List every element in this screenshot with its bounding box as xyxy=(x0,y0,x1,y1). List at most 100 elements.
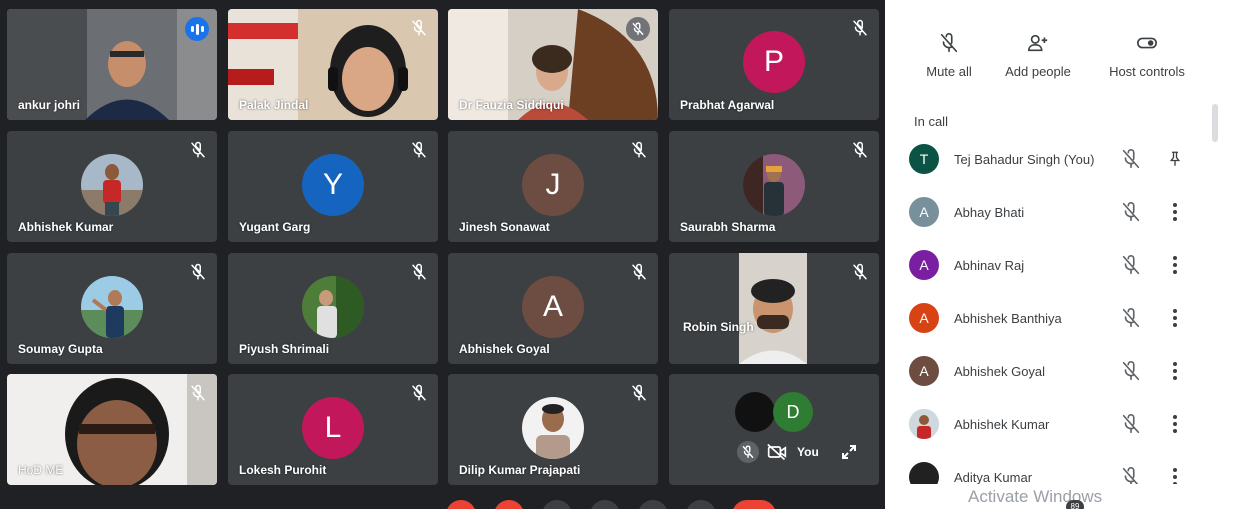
camera-off-icon[interactable] xyxy=(767,443,787,461)
participant-name: Abhinav Raj xyxy=(954,258,1025,273)
participant-avatar: P xyxy=(743,31,805,93)
participant-tile[interactable]: Piyush Shrimali xyxy=(228,253,438,364)
self-mic-toggle[interactable] xyxy=(737,441,759,463)
participant-name: Piyush Shrimali xyxy=(239,342,330,356)
participant-name: Saurabh Sharma xyxy=(680,220,776,234)
more-options-icon[interactable] xyxy=(1170,201,1180,223)
more-options-icon[interactable] xyxy=(1170,466,1180,484)
participant-tile[interactable]: Palak Jindal xyxy=(228,9,438,120)
participant-tile[interactable]: J Jinesh Sonawat xyxy=(448,131,658,242)
panel-scrollbar[interactable] xyxy=(1212,104,1218,142)
participant-name: Robin Singh xyxy=(683,320,754,334)
mic-off-icon xyxy=(626,17,650,41)
participant-tile[interactable]: Saurabh Sharma xyxy=(669,131,879,242)
mic-off-icon xyxy=(853,141,867,158)
participant-tile[interactable]: Robin Singh xyxy=(669,253,879,364)
participant-name: Tej Bahadur Singh (You) xyxy=(954,152,1095,167)
participant-name: Abhishek Goyal xyxy=(954,364,1046,379)
panel-actions: Mute all Add people Host controls xyxy=(892,26,1202,96)
host-controls-button[interactable]: Host controls xyxy=(1102,26,1192,79)
self-tile[interactable]: D You xyxy=(669,374,879,485)
participant-name: Abhishek Kumar xyxy=(954,417,1050,432)
more-options-icon[interactable] xyxy=(1170,413,1180,435)
mic-off-icon xyxy=(632,141,646,158)
participant-tile[interactable]: P Prabhat Agarwal xyxy=(669,9,879,120)
participant-avatar xyxy=(81,154,143,216)
toggle-icon xyxy=(1137,37,1157,49)
participant-count-badge: 89 xyxy=(1066,500,1084,509)
mic-off-icon xyxy=(412,141,426,158)
participant-avatar: T xyxy=(909,144,939,174)
participant-avatar: A xyxy=(909,356,939,386)
mic-off-icon xyxy=(632,384,646,401)
participant-row[interactable]: T Tej Bahadur Singh (You) xyxy=(892,135,1202,188)
add-people-label: Add people xyxy=(1005,64,1071,79)
participant-name: Abhay Bhati xyxy=(954,205,1025,220)
participant-tile[interactable]: ankur johri xyxy=(7,9,217,120)
mic-off-icon xyxy=(1122,308,1140,328)
participant-row[interactable]: A Abhinav Raj xyxy=(892,241,1202,294)
participant-tile[interactable]: Dr Fauzia Siddiqui xyxy=(448,9,658,120)
participant-tile[interactable]: Soumay Gupta xyxy=(7,253,217,364)
participant-avatar: A xyxy=(909,303,939,333)
video-feed xyxy=(669,253,879,364)
participant-name: Yugant Garg xyxy=(239,220,311,234)
participant-name: Abhishek Kumar xyxy=(18,220,114,234)
participant-name: Lokesh Purohit xyxy=(239,463,327,477)
mic-off-icon xyxy=(853,19,867,36)
mic-off-icon xyxy=(1122,467,1139,484)
mic-off-icon xyxy=(742,445,754,458)
participant-tile[interactable]: L Lokesh Purohit xyxy=(228,374,438,485)
participant-avatar: J xyxy=(522,154,584,216)
mic-off-icon xyxy=(412,384,426,401)
self-camera-off-circle xyxy=(735,392,775,432)
people-panel: Mute all Add people Host controls In cal… xyxy=(892,4,1220,484)
participant-row[interactable]: A Abhay Bhati xyxy=(892,188,1202,241)
participant-tile[interactable]: HoD ME xyxy=(7,374,217,485)
add-people-button[interactable]: Add people xyxy=(998,26,1078,79)
more-options-icon[interactable] xyxy=(1170,360,1180,382)
participant-avatar: Y xyxy=(302,154,364,216)
self-avatar: D xyxy=(773,392,813,432)
mic-off-icon xyxy=(191,263,205,280)
participant-tile[interactable]: Y Yugant Garg xyxy=(228,131,438,242)
participant-row[interactable]: A Abhishek Banthiya xyxy=(892,294,1202,347)
participant-row[interactable]: A Abhishek Goyal xyxy=(892,347,1202,400)
participant-avatar xyxy=(743,154,805,216)
add-person-icon xyxy=(1028,34,1048,52)
participant-name: Dilip Kumar Prajapati xyxy=(459,463,581,477)
participant-row[interactable]: Aditya Kumar xyxy=(892,453,1202,484)
participant-avatar: L xyxy=(302,397,364,459)
participant-tile[interactable]: Dilip Kumar Prajapati xyxy=(448,374,658,485)
more-options-icon[interactable] xyxy=(1170,254,1180,276)
mic-off-icon xyxy=(940,33,958,53)
mute-all-button[interactable]: Mute all xyxy=(916,26,982,79)
mic-off-icon xyxy=(191,141,205,158)
speaking-indicator-icon xyxy=(185,17,209,41)
participant-avatar xyxy=(909,462,939,484)
participant-row[interactable]: Abhishek Kumar xyxy=(892,400,1202,453)
mic-off-icon xyxy=(412,19,426,36)
participant-tile[interactable]: A Abhishek Goyal xyxy=(448,253,658,364)
participant-avatar: A xyxy=(909,250,939,280)
participant-name: Jinesh Sonawat xyxy=(459,220,550,234)
participant-tile[interactable]: Abhishek Kumar xyxy=(7,131,217,242)
mic-off-icon xyxy=(1122,414,1140,434)
mic-off-icon xyxy=(1122,149,1140,169)
expand-icon[interactable] xyxy=(841,444,857,460)
mic-off-icon xyxy=(1122,361,1140,381)
participant-avatar xyxy=(522,397,584,459)
pin-icon[interactable] xyxy=(1166,148,1184,170)
participant-name: Abhishek Goyal xyxy=(459,342,550,356)
participant-name: Prabhat Agarwal xyxy=(680,98,775,112)
mic-off-icon xyxy=(191,384,205,401)
participant-avatar: A xyxy=(522,276,584,338)
mic-off-icon xyxy=(632,263,646,280)
participant-name: Soumay Gupta xyxy=(18,342,103,356)
participant-avatar: A xyxy=(909,197,939,227)
host-controls-label: Host controls xyxy=(1109,64,1185,79)
mic-off-icon xyxy=(1122,202,1140,222)
in-call-heading: In call xyxy=(914,114,948,129)
participant-name: ankur johri xyxy=(18,98,81,112)
more-options-icon[interactable] xyxy=(1170,307,1180,329)
